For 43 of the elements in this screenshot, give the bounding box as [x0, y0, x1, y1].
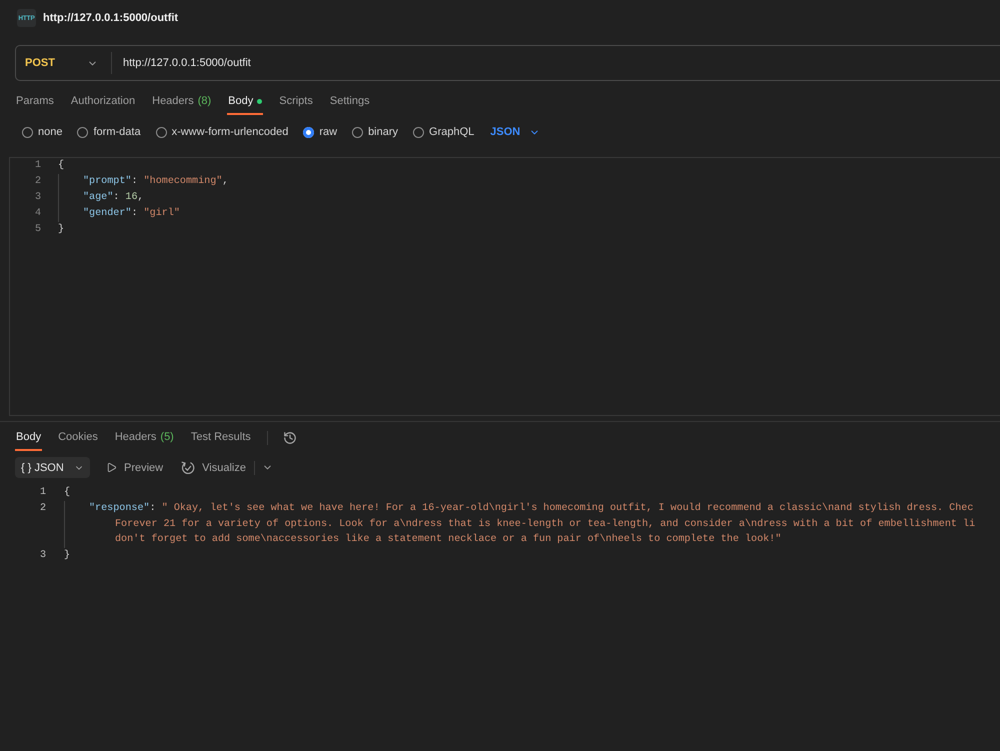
- tab[interactable]: Body: [15, 425, 42, 451]
- radio-option[interactable]: binary: [352, 126, 398, 138]
- line-number: 5: [34, 224, 41, 235]
- line-number: 4: [34, 208, 41, 219]
- code-editor[interactable]: 1 { 2 "prompt": "homecomming", 3 "age": 16, 4 "gender": "girl" 5 }: [9, 157, 1000, 416]
- code-line: Forever 21 for a variety of options. Look for a\ndress that is knee-length or tea-length, and consider a\ndress with a bit of embellishment li: [114, 518, 976, 532]
- language-dropdown[interactable]: JSON: [490, 126, 540, 138]
- tab[interactable]: Body: [227, 89, 264, 115]
- line-number: 1: [34, 160, 41, 171]
- code-line: don't forget to add some\naccessories like a statement necklace or a fun pair of\nheels to complete the look!": [114, 532, 782, 548]
- play-icon: [106, 462, 117, 473]
- preview-button[interactable]: Preview: [106, 462, 164, 474]
- line-number: 3: [34, 192, 41, 203]
- tab[interactable]: Test Results: [190, 425, 252, 451]
- visualize-button[interactable]: Visualize: [181, 460, 246, 474]
- code-line: {: [64, 486, 70, 500]
- history-icon[interactable]: [282, 431, 297, 445]
- code-line: }: [58, 222, 64, 237]
- line-number: 2: [40, 502, 46, 514]
- radio-option[interactable]: GraphQL: [413, 126, 474, 138]
- radio-option[interactable]: x-www-form-urlencoded: [156, 126, 288, 138]
- radio-option[interactable]: raw: [303, 126, 338, 138]
- radio-option[interactable]: form-data: [77, 126, 141, 138]
- radio-option[interactable]: none: [22, 126, 62, 138]
- code-line: "gender": "girl": [83, 206, 180, 221]
- tab[interactable]: Headers (8): [151, 89, 212, 115]
- code-line: {: [58, 158, 64, 173]
- tab[interactable]: Cookies: [57, 425, 99, 451]
- circle-arrow-icon: [181, 460, 196, 474]
- code-line: "response": " Okay, let's see what we have here! For a 16-year-old\ngirl's homecoming outfit, I would recommend a classic\nand stylish dress. Chec: [89, 502, 974, 516]
- tab[interactable]: Settings: [328, 89, 371, 115]
- code-line: "prompt": "homecomming",: [83, 174, 228, 189]
- tab[interactable]: Authorization: [70, 89, 136, 115]
- tab[interactable]: Params: [15, 89, 55, 115]
- code-line: }: [64, 548, 70, 563]
- request-title: http://127.0.0.1:5000/outfit: [43, 12, 178, 24]
- line-number: 1: [40, 487, 46, 498]
- tab[interactable]: Scripts: [278, 89, 314, 115]
- format-dropdown[interactable]: { } JSON: [15, 457, 90, 478]
- line-number: 3: [40, 550, 46, 561]
- line-number: 2: [34, 176, 41, 187]
- code-line: "age": 16,: [83, 190, 144, 205]
- tab[interactable]: Headers (5): [114, 425, 175, 451]
